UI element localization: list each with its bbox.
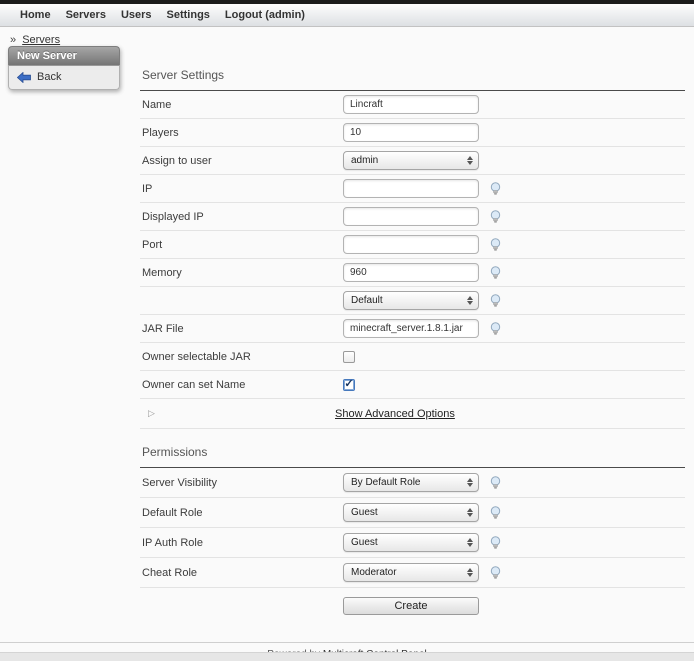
up-down-stepper-icon bbox=[467, 508, 473, 517]
nav-logout[interactable]: Logout (admin) bbox=[225, 9, 305, 21]
default-profile-row: Default bbox=[140, 287, 685, 315]
default-profile-select[interactable]: Default bbox=[343, 291, 479, 310]
memory-row: Memory bbox=[140, 259, 685, 287]
owner-can-set-name-checkbox[interactable] bbox=[343, 379, 355, 391]
ip-auth-role-label: IP Auth Role bbox=[140, 537, 343, 549]
memory-label: Memory bbox=[140, 267, 343, 279]
page-bottom-strip bbox=[0, 652, 694, 661]
displayed-ip-label: Displayed IP bbox=[140, 211, 343, 223]
lightbulb-icon[interactable] bbox=[489, 566, 502, 580]
sidebar-body: Back bbox=[8, 65, 120, 90]
owner-can-set-name-row: Owner can set Name bbox=[140, 371, 685, 399]
select-value: Guest bbox=[351, 507, 378, 518]
lightbulb-icon[interactable] bbox=[489, 294, 502, 308]
sidebar-title: New Server bbox=[8, 46, 120, 65]
nav-servers[interactable]: Servers bbox=[66, 9, 106, 21]
advanced-options-row: ▷ Show Advanced Options bbox=[140, 399, 685, 429]
lightbulb-icon[interactable] bbox=[489, 182, 502, 196]
up-down-stepper-icon bbox=[467, 478, 473, 487]
owner-can-set-name-label: Owner can set Name bbox=[140, 379, 343, 391]
show-advanced-options-link[interactable]: Show Advanced Options bbox=[335, 408, 455, 420]
players-input[interactable] bbox=[343, 123, 479, 142]
ip-auth-role-row: IP Auth Role Guest bbox=[140, 528, 685, 558]
breadcrumb: » Servers bbox=[0, 27, 694, 46]
lightbulb-icon[interactable] bbox=[489, 476, 502, 490]
port-input[interactable] bbox=[343, 235, 479, 254]
jar-file-label: JAR File bbox=[140, 323, 343, 335]
up-down-stepper-icon bbox=[467, 568, 473, 577]
server-settings-title: Server Settings bbox=[140, 52, 685, 90]
left-arrow-icon bbox=[17, 72, 31, 83]
lightbulb-icon[interactable] bbox=[489, 322, 502, 336]
create-button[interactable]: Create bbox=[343, 597, 479, 615]
ip-row: IP bbox=[140, 175, 685, 203]
jar-file-input[interactable] bbox=[343, 319, 479, 338]
cheat-role-label: Cheat Role bbox=[140, 567, 343, 579]
nav-users[interactable]: Users bbox=[121, 9, 152, 21]
top-navigation: Home Servers Users Settings Logout (admi… bbox=[0, 4, 694, 27]
assign-to-user-row: Assign to user admin bbox=[140, 147, 685, 175]
lightbulb-icon[interactable] bbox=[489, 238, 502, 252]
owner-selectable-jar-label: Owner selectable JAR bbox=[140, 351, 343, 363]
up-down-stepper-icon bbox=[467, 156, 473, 165]
lightbulb-icon[interactable] bbox=[489, 536, 502, 550]
port-label: Port bbox=[140, 239, 343, 251]
default-role-row: Default Role Guest bbox=[140, 498, 685, 528]
server-visibility-select[interactable]: By Default Role bbox=[343, 473, 479, 492]
memory-input[interactable] bbox=[343, 263, 479, 282]
main-content: Server Settings Name Players Assign to u… bbox=[140, 52, 685, 624]
select-value: By Default Role bbox=[351, 477, 420, 488]
nav-home[interactable]: Home bbox=[20, 9, 51, 21]
displayed-ip-input[interactable] bbox=[343, 207, 479, 226]
assign-to-user-select[interactable]: admin bbox=[343, 151, 479, 170]
sidebar: New Server Back bbox=[8, 46, 120, 90]
cheat-role-row: Cheat Role Moderator bbox=[140, 558, 685, 588]
ip-input[interactable] bbox=[343, 179, 479, 198]
port-row: Port bbox=[140, 231, 685, 259]
players-label: Players bbox=[140, 127, 343, 139]
lightbulb-icon[interactable] bbox=[489, 506, 502, 520]
name-row: Name bbox=[140, 91, 685, 119]
permissions-title: Permissions bbox=[140, 429, 685, 467]
server-visibility-label: Server Visibility bbox=[140, 477, 343, 489]
assign-to-user-label: Assign to user bbox=[140, 155, 343, 167]
default-role-label: Default Role bbox=[140, 507, 343, 519]
up-down-stepper-icon bbox=[467, 296, 473, 305]
server-visibility-row: Server Visibility By Default Role bbox=[140, 468, 685, 498]
lightbulb-icon[interactable] bbox=[489, 210, 502, 224]
create-row: Create bbox=[140, 588, 685, 624]
select-value: Default bbox=[351, 295, 383, 306]
owner-selectable-jar-checkbox[interactable] bbox=[343, 351, 355, 363]
jar-file-row: JAR File bbox=[140, 315, 685, 343]
name-label: Name bbox=[140, 99, 343, 111]
ip-label: IP bbox=[140, 183, 343, 195]
select-value: Guest bbox=[351, 537, 378, 548]
players-row: Players bbox=[140, 119, 685, 147]
select-value: Moderator bbox=[351, 567, 397, 578]
breadcrumb-servers-link[interactable]: Servers bbox=[22, 34, 60, 46]
nav-settings[interactable]: Settings bbox=[167, 9, 210, 21]
select-value: admin bbox=[351, 155, 378, 166]
displayed-ip-row: Displayed IP bbox=[140, 203, 685, 231]
ip-auth-role-select[interactable]: Guest bbox=[343, 533, 479, 552]
back-button-label: Back bbox=[37, 71, 61, 83]
name-input[interactable] bbox=[343, 95, 479, 114]
cheat-role-select[interactable]: Moderator bbox=[343, 563, 479, 582]
back-button[interactable]: Back bbox=[17, 71, 111, 83]
lightbulb-icon[interactable] bbox=[489, 266, 502, 280]
breadcrumb-symbol: » bbox=[10, 34, 16, 46]
triangle-right-icon[interactable]: ▷ bbox=[140, 408, 335, 419]
owner-selectable-jar-row: Owner selectable JAR bbox=[140, 343, 685, 371]
default-role-select[interactable]: Guest bbox=[343, 503, 479, 522]
up-down-stepper-icon bbox=[467, 538, 473, 547]
